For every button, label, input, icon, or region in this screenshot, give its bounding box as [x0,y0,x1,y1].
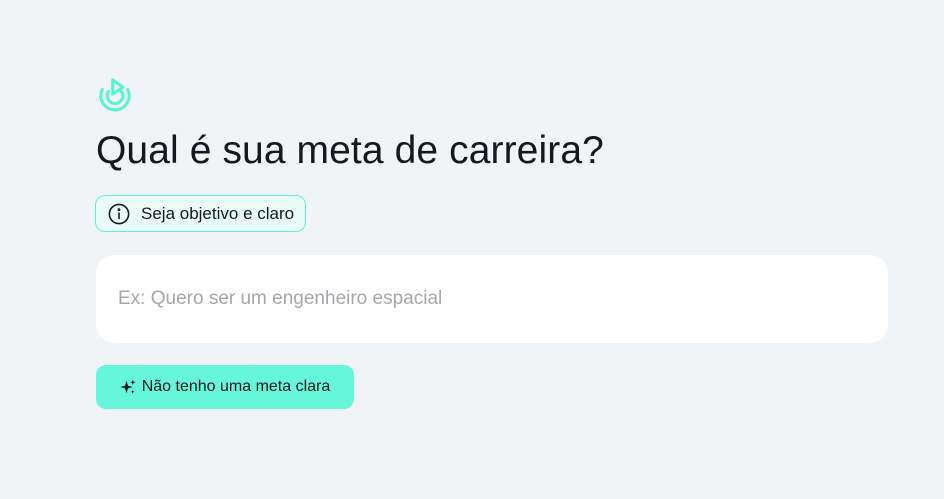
no-clear-goal-label: Não tenho uma meta clara [141,378,331,395]
page-title: Qual é sua meta de carreira? [96,129,604,172]
career-goal-input[interactable] [96,255,888,343]
info-icon [108,203,130,225]
target-play-logo-icon [97,76,133,112]
sparkles-icon [119,379,136,395]
no-clear-goal-button[interactable]: Não tenho uma meta clara [96,365,354,409]
hint-badge: Seja objetivo e claro [95,195,307,232]
hint-text: Seja objetivo e claro [141,203,295,223]
